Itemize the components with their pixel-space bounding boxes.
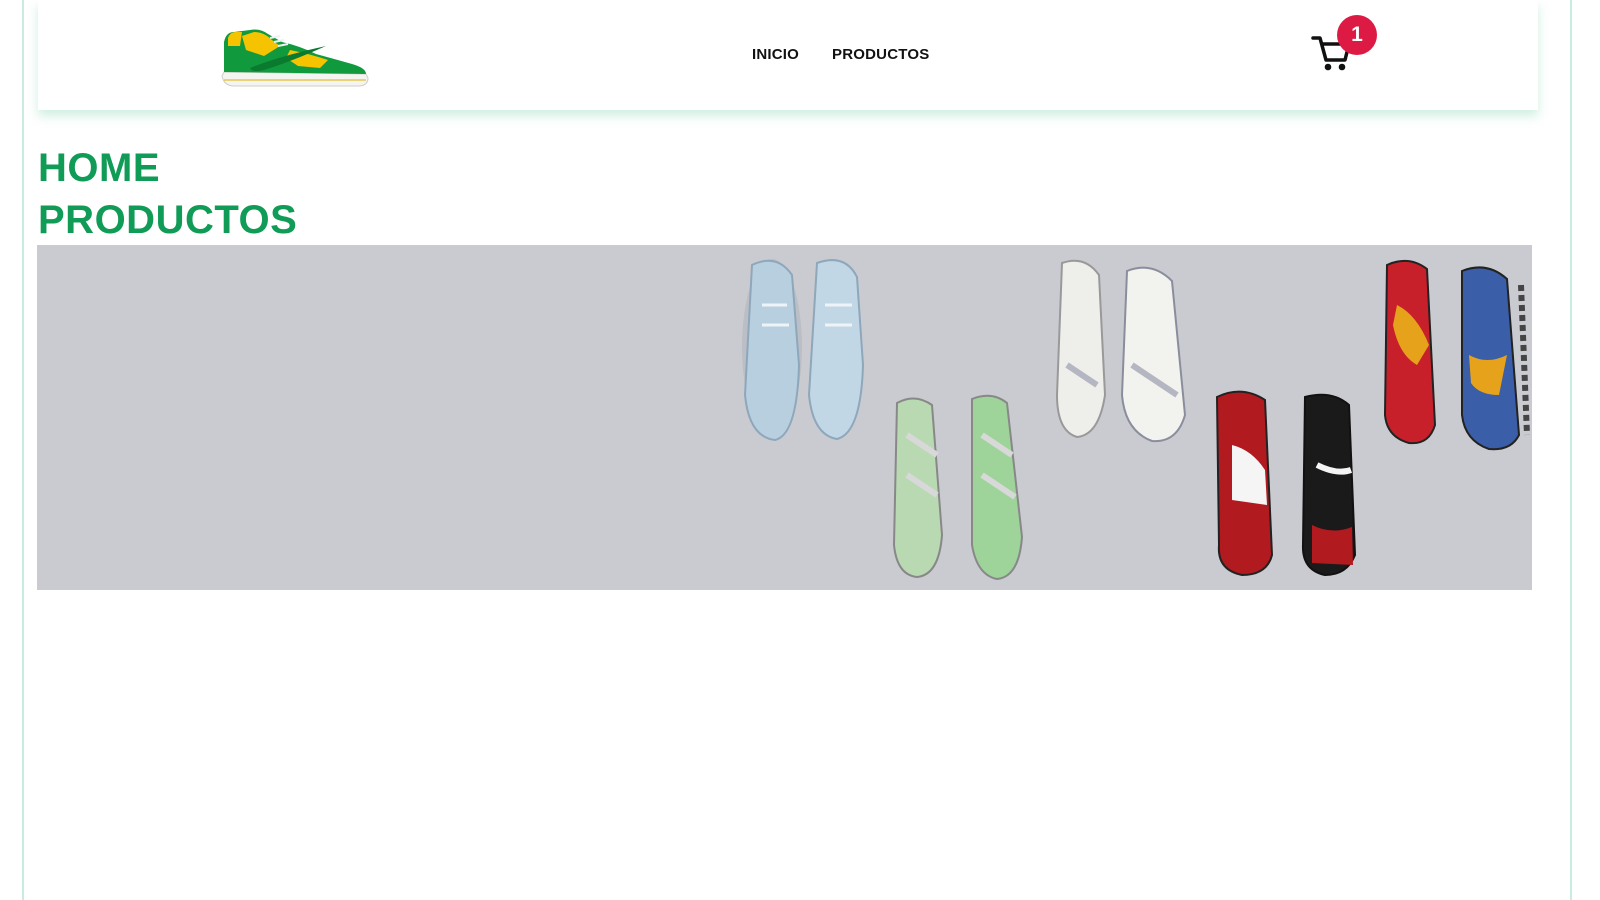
nav-link-inicio[interactable]: INICIO	[752, 46, 799, 63]
logo-sneaker-link[interactable]	[220, 16, 372, 92]
nav-link-productos[interactable]: PRODUCTOS	[832, 46, 929, 63]
heading-productos: PRODUCTOS	[38, 198, 298, 242]
main-nav: INICIO PRODUCTOS	[752, 46, 929, 63]
cart-count-badge: 1	[1337, 15, 1377, 55]
hero-banner	[37, 245, 1532, 590]
hero-sneakers-image	[37, 245, 1532, 590]
sneaker-logo-icon	[221, 29, 369, 87]
heading-home: HOME	[38, 146, 160, 190]
